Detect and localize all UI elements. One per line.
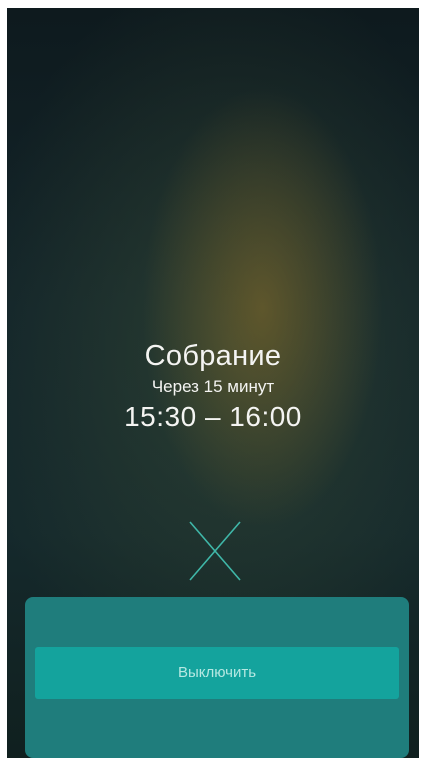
event-time-range: 15:30 – 16:00 [124, 401, 302, 432]
alarm-screen: Собрание Через 15 минут 15:30 – 16:00 Вы… [7, 8, 419, 758]
event-countdown: Через 15 минут [151, 377, 275, 396]
turn-off-button[interactable]: Выключить [35, 647, 399, 699]
event-title: Собрание [144, 340, 282, 372]
action-panel: Выключить [25, 597, 409, 758]
close-icon[interactable] [188, 520, 242, 582]
event-reminder: Собрание Через 15 минут 15:30 – 16:00 [7, 338, 419, 434]
